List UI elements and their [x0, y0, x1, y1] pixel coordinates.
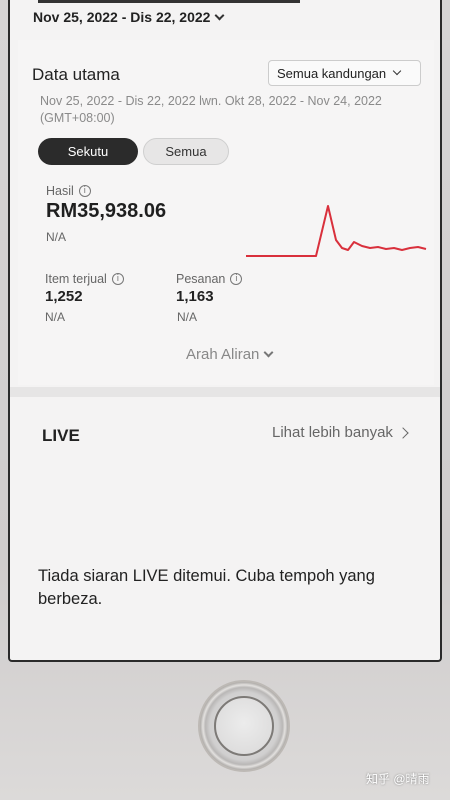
phone-frame: Nov 25, 2022 - Dis 22, 2022 Data utama S… [0, 0, 450, 800]
date-range-picker[interactable]: Nov 25, 2022 - Dis 22, 2022 [33, 9, 225, 25]
revenue-change: N/A [46, 230, 67, 244]
chevron-right-icon [397, 426, 409, 439]
items-sold-label: Item terjual [45, 272, 107, 286]
orders-change: N/A [177, 310, 198, 324]
revenue-value: RM35,938.06 [46, 200, 167, 222]
tab-indicator [38, 0, 300, 3]
date-range-label: Nov 25, 2022 - Dis 22, 2022 [33, 9, 211, 25]
chevron-down-icon [215, 10, 225, 20]
orders-label-group: Pesanan i [176, 272, 243, 286]
trend-toggle[interactable]: Arah Aliran [186, 346, 274, 363]
info-icon[interactable]: i [230, 273, 243, 285]
chevron-down-icon [392, 66, 402, 76]
info-icon[interactable]: i [111, 273, 124, 285]
section-divider [10, 387, 440, 397]
info-icon[interactable]: i [78, 185, 91, 197]
see-more-label: Lihat lebih banyak [272, 424, 393, 441]
orders-value: 1,163 [176, 288, 214, 305]
comparison-period: Nov 25, 2022 - Dis 22, 2022 lwn. Okt 28,… [40, 94, 382, 125]
revenue-sparkline [246, 205, 427, 257]
segment-all[interactable]: Semua [143, 138, 229, 165]
chevron-down-icon [263, 347, 274, 358]
watermark: 知乎 @晴雨 [366, 772, 430, 786]
see-more-link[interactable]: Lihat lebih banyak [272, 424, 409, 441]
items-sold-label-group: Item terjual i [45, 272, 124, 286]
orders-label: Pesanan [176, 272, 226, 286]
segment-affiliate[interactable]: Sekutu [38, 138, 138, 165]
content-filter-dropdown[interactable]: Semua kandungan [268, 60, 421, 86]
revenue-label: Hasil [46, 184, 74, 198]
overview-title: Data utama [32, 65, 120, 84]
empty-live-message: Tiada siaran LIVE ditemui. Cuba tempoh y… [38, 567, 375, 608]
home-button[interactable] [198, 680, 290, 772]
home-button-ring [214, 696, 274, 756]
live-section-title: LIVE [42, 426, 80, 445]
items-sold-value: 1,252 [45, 288, 83, 305]
content-filter-label: Semua kandungan [277, 65, 387, 81]
revenue-label-group: Hasil i [46, 184, 91, 198]
trend-label: Arah Aliran [186, 346, 260, 363]
items-sold-change: N/A [45, 310, 66, 324]
